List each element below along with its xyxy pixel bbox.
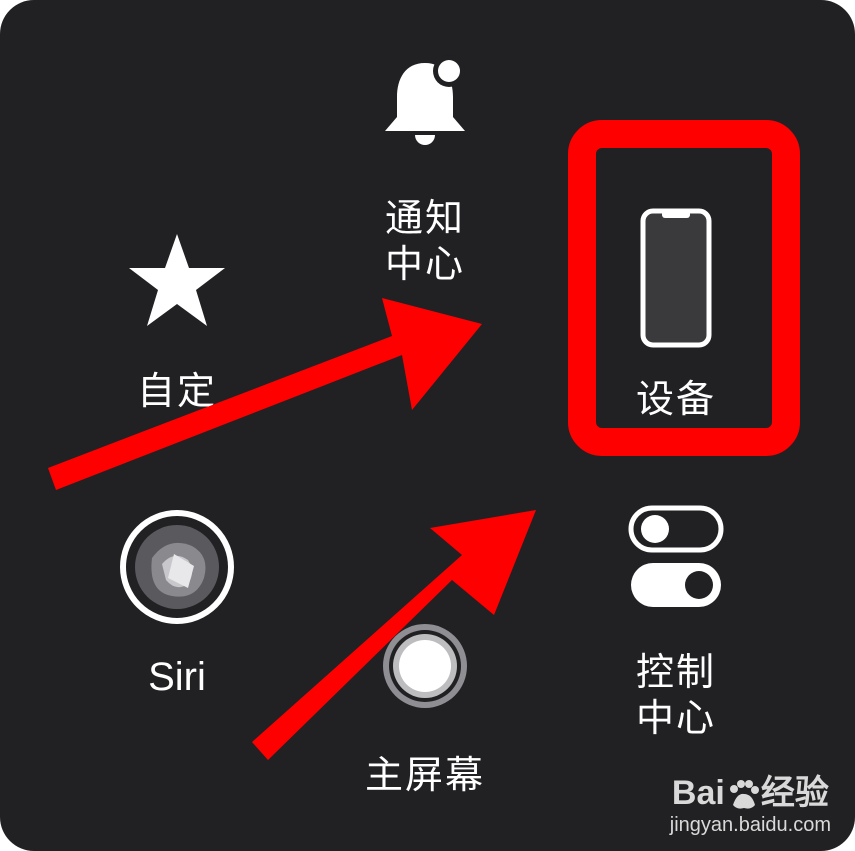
arrow-upper <box>48 298 482 490</box>
watermark-url: jingyan.baidu.com <box>669 814 831 836</box>
annotation-arrows <box>48 298 536 760</box>
watermark-brand: Bai 经验 <box>671 773 829 813</box>
arrow-lower <box>252 510 536 760</box>
paw-icon <box>725 777 761 813</box>
assistive-touch-panel: 通知 中心 自定 设备 Siri 控制 中心 主屏幕 Bai 经验 jingya… <box>0 0 855 851</box>
baidu-watermark: Bai 经验 jingyan.baidu.com <box>670 774 831 837</box>
